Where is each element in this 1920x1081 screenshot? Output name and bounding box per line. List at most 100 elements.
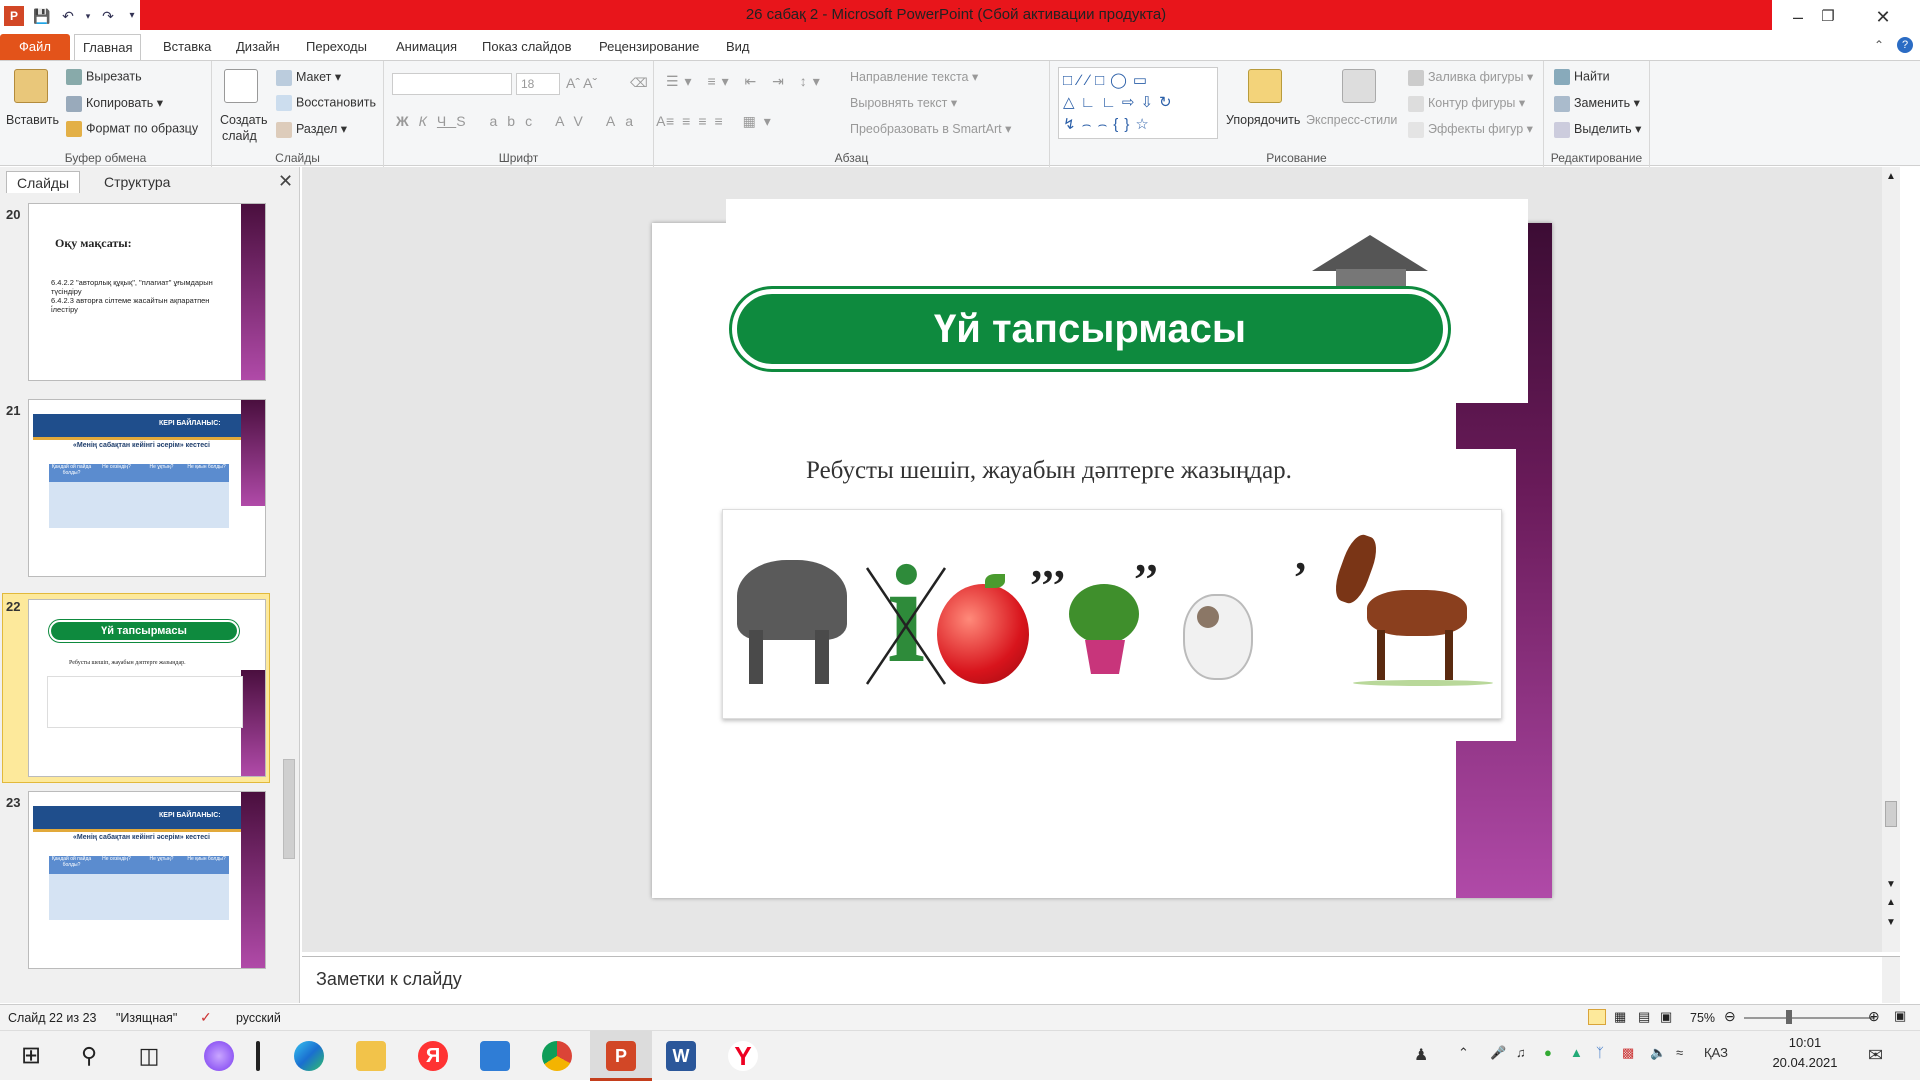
pane-scroll-thumb[interactable] — [283, 759, 295, 859]
tab-review[interactable]: Рецензирование — [591, 34, 707, 60]
text-direction-button[interactable]: Направление текста ▾ — [850, 69, 978, 84]
fit-slide-icon[interactable]: ▣ — [1894, 1008, 1906, 1024]
theme-name[interactable]: "Изящная" — [116, 1011, 177, 1025]
copy-button[interactable]: Копировать ▾ — [66, 95, 163, 112]
new-slide-label-1[interactable]: Создать — [220, 113, 268, 127]
tab-animation[interactable]: Анимация — [388, 34, 465, 60]
font-name-combo[interactable] — [392, 73, 512, 95]
windows-start-icon[interactable]: ⊞ — [16, 1041, 46, 1071]
notes-pane[interactable]: Заметки к слайду — [302, 956, 1900, 1003]
edge-icon[interactable] — [294, 1041, 324, 1071]
new-slide-label-2[interactable]: слайд — [222, 129, 257, 143]
shapes-gallery[interactable]: □∕∕□◯▭ △∟∟⇨⇩↻ ↯⌢⌢{}☆ — [1058, 67, 1218, 139]
normal-view-icon[interactable] — [1588, 1009, 1606, 1025]
workspace-scroll-thumb[interactable] — [1885, 801, 1897, 827]
mail-icon[interactable] — [480, 1041, 510, 1071]
tab-transitions[interactable]: Переходы — [298, 34, 375, 60]
workspace-scrollbar[interactable]: ▲ ▼ ▲ ▼ — [1882, 167, 1900, 952]
headset-icon[interactable]: ♫ — [1516, 1045, 1526, 1060]
tab-outline[interactable]: Структура — [94, 171, 180, 193]
clock-date[interactable]: 20.04.2021 — [1760, 1055, 1850, 1070]
format-painter-button[interactable]: Формат по образцу — [66, 121, 198, 137]
list-buttons[interactable]: ☰▾ ≡▾ ⇤ ⇥ ↕▾ — [666, 73, 826, 90]
paste-icon[interactable] — [14, 69, 48, 103]
section-button[interactable]: Раздел ▾ — [276, 121, 347, 138]
notes-placeholder[interactable]: Заметки к слайду — [316, 969, 462, 990]
zoom-in-icon[interactable]: ⊕ — [1868, 1008, 1880, 1025]
slide-canvas[interactable]: Үй тапсырмасы Ребусты шешіп, жауабын дәп… — [652, 199, 1552, 898]
shape-effects-button[interactable]: Эффекты фигур ▾ — [1408, 121, 1533, 138]
slideshow-view-icon[interactable]: ▣ — [1660, 1009, 1672, 1025]
security-icon[interactable]: ● — [1544, 1045, 1552, 1060]
quick-styles-button[interactable]: Экспресс-стили — [1306, 113, 1397, 127]
drive-icon[interactable]: ▲ — [1570, 1045, 1583, 1060]
next-slide-icon[interactable]: ▼ — [1886, 917, 1896, 928]
align-text-button[interactable]: Выровнять текст ▾ — [850, 95, 957, 110]
alice-assistant-icon[interactable] — [204, 1041, 234, 1071]
close-pane-icon[interactable]: ✕ — [278, 171, 293, 192]
tab-home[interactable]: Главная — [74, 34, 142, 61]
font-size-combo[interactable]: 18 — [516, 73, 560, 95]
font-style-buttons[interactable]: ЖКЧS abc AV Aa A — [396, 113, 676, 129]
collapse-ribbon-icon[interactable]: ⌃ — [1874, 38, 1884, 52]
pane-scrollbar[interactable] — [280, 199, 298, 999]
close-window-button[interactable]: ✕ — [1860, 0, 1906, 34]
sorter-view-icon[interactable]: ▦ — [1614, 1009, 1626, 1025]
shape-outline-button[interactable]: Контур фигуры ▾ — [1408, 95, 1525, 112]
zoom-slider-thumb[interactable] — [1786, 1010, 1792, 1024]
powerpoint-icon[interactable]: P — [606, 1041, 636, 1071]
prev-slide-icon[interactable]: ▲ — [1886, 897, 1896, 908]
customize-qat-icon[interactable]: ▾ — [122, 6, 142, 26]
find-button[interactable]: Найти — [1554, 69, 1610, 85]
slide-caption[interactable]: Ребусты шешіп, жауабын дәптерге жазыңдар… — [806, 457, 1292, 485]
task-view-icon[interactable]: ◫ — [134, 1041, 164, 1071]
arrange-button[interactable]: Упорядочить — [1226, 113, 1300, 127]
zoom-out-icon[interactable]: ⊖ — [1724, 1008, 1736, 1025]
arrange-icon[interactable] — [1248, 69, 1282, 103]
align-buttons[interactable]: ≡≡≡≡ ▦▾ — [666, 113, 779, 130]
new-slide-icon[interactable] — [224, 69, 258, 103]
network-warning-icon[interactable]: ▩ — [1622, 1045, 1634, 1061]
search-icon[interactable]: ⚲ — [74, 1041, 104, 1071]
scroll-up-icon[interactable]: ▲ — [1886, 171, 1896, 182]
shape-fill-button[interactable]: Заливка фигуры ▾ — [1408, 69, 1533, 86]
clock-time[interactable]: 10:01 — [1770, 1035, 1840, 1050]
help-icon[interactable]: ? — [1897, 37, 1913, 53]
spellcheck-icon[interactable]: ✓ — [200, 1009, 212, 1026]
tray-expand-icon[interactable]: ⌃ — [1458, 1045, 1469, 1061]
quick-styles-icon[interactable] — [1342, 69, 1376, 103]
tab-view[interactable]: Вид — [718, 34, 758, 60]
chrome-icon[interactable] — [542, 1041, 572, 1071]
people-icon[interactable]: ♟ — [1414, 1045, 1428, 1065]
bluetooth-icon[interactable]: ᛉ — [1596, 1045, 1604, 1060]
clear-format-icon[interactable]: ⌫ — [630, 75, 648, 90]
redo-icon[interactable]: ↷ — [98, 6, 118, 26]
tab-insert[interactable]: Вставка — [155, 34, 219, 60]
grow-font-icon[interactable]: Aˆ Aˇ — [566, 75, 597, 91]
select-button[interactable]: Выделить ▾ — [1554, 121, 1641, 138]
cut-button[interactable]: Вырезать — [66, 69, 142, 85]
zoom-slider[interactable] — [1744, 1017, 1874, 1019]
rebus-picture[interactable]: і ’’’ ’’ ’ — [722, 509, 1502, 719]
notifications-icon[interactable]: ✉ — [1868, 1045, 1883, 1066]
replace-button[interactable]: Заменить ▾ — [1554, 95, 1640, 112]
tab-slideshow[interactable]: Показ слайдов — [474, 34, 580, 60]
undo-dropdown-icon[interactable]: ▾ — [78, 6, 98, 26]
powerpoint-app-icon[interactable]: P — [4, 6, 24, 26]
reset-button[interactable]: Восстановить — [276, 95, 376, 111]
zoom-level[interactable]: 75% — [1690, 1011, 1715, 1025]
smartart-button[interactable]: Преобразовать в SmartArt ▾ — [850, 121, 1011, 136]
reading-view-icon[interactable]: ▤ — [1638, 1009, 1650, 1025]
undo-icon[interactable]: ↶ — [58, 6, 78, 26]
scroll-down-icon[interactable]: ▼ — [1886, 879, 1896, 890]
volume-icon[interactable]: 🔈 — [1650, 1045, 1666, 1061]
tab-file[interactable]: Файл — [0, 34, 70, 60]
save-icon[interactable]: 💾 — [32, 6, 52, 26]
yandex-browser-icon[interactable]: Y — [728, 1041, 758, 1071]
language[interactable]: русский — [236, 1011, 281, 1025]
input-language[interactable]: ҚАЗ — [1704, 1045, 1728, 1060]
paste-button[interactable]: Вставить — [6, 113, 59, 127]
notes-scrollbar[interactable] — [1882, 957, 1900, 1003]
layout-button[interactable]: Макет ▾ — [276, 69, 341, 86]
file-explorer-icon[interactable] — [356, 1041, 386, 1071]
